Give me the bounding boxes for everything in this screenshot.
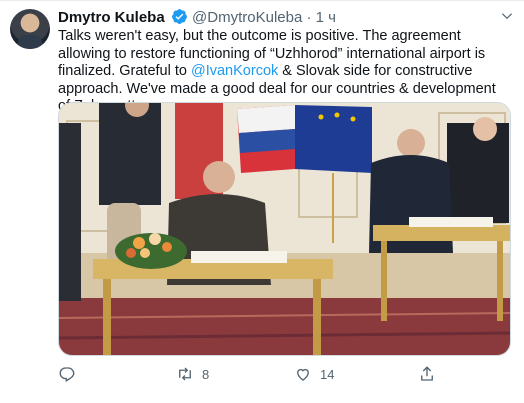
tweet-time[interactable]: 1 ч [316, 9, 336, 26]
chevron-down-icon[interactable] [500, 9, 514, 23]
like-count: 14 [320, 366, 335, 382]
like-icon [297, 368, 309, 381]
share-button[interactable] [418, 365, 436, 383]
retweet-icon [179, 367, 191, 381]
retweet-count: 8 [202, 366, 210, 382]
author-name[interactable]: Dmytro Kuleba [58, 9, 165, 26]
separator: · [306, 9, 312, 26]
like-button[interactable]: 14 [294, 365, 334, 383]
share-icon [421, 366, 433, 381]
reply-icon [59, 367, 75, 382]
tweet-photo[interactable] [58, 102, 511, 356]
mention-link[interactable]: @IvanKorcok [191, 63, 278, 79]
tweet-actions: 8 14 [58, 365, 511, 387]
retweet-button[interactable]: 8 [176, 365, 209, 383]
avatar[interactable] [10, 9, 50, 49]
author-handle[interactable]: @DmytroKuleba [192, 9, 302, 26]
tweet[interactable]: Dmytro Kuleba @DmytroKuleba · 1 ч Talks … [0, 0, 524, 403]
signing-ceremony-photo [59, 103, 510, 355]
reply-button[interactable] [58, 365, 84, 383]
